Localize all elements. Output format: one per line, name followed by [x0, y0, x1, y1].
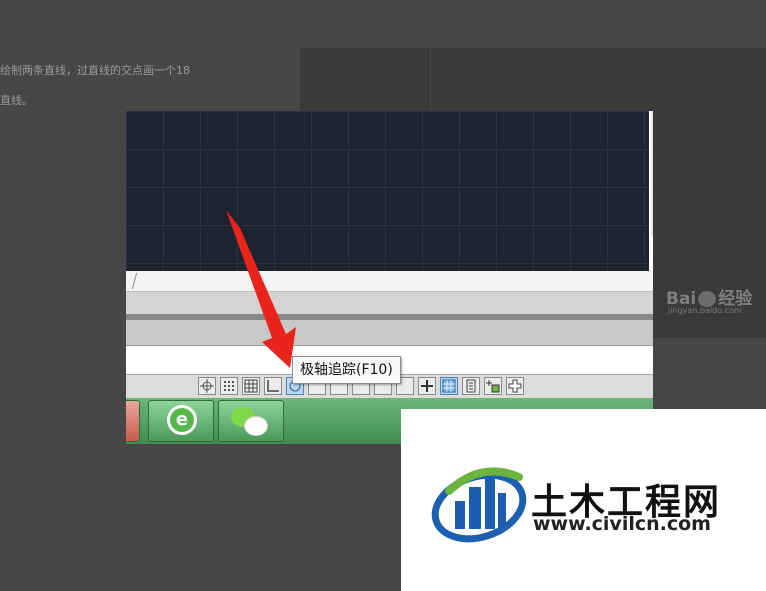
taskbar-button-ie[interactable]: e: [148, 400, 214, 442]
taskbar-button-partial[interactable]: [126, 400, 140, 442]
selection-cycling-icon[interactable]: [484, 377, 502, 395]
command-area: [126, 271, 653, 292]
baidu-domain: jingyan.baidu.com: [668, 306, 742, 315]
cad-drawing-canvas[interactable]: [126, 111, 653, 271]
snap-mode-icon[interactable]: [220, 377, 238, 395]
ortho-icon[interactable]: [264, 377, 282, 395]
cad-screenshot: e: [126, 111, 653, 444]
taskbar-button-wechat[interactable]: [218, 400, 284, 442]
command-band-light: [126, 292, 653, 314]
canvas-edge: [651, 111, 653, 236]
command-divider: [131, 273, 138, 289]
article-line-1: 绘制两条直线，过直线的交点画一个18: [0, 64, 190, 77]
snap-icon[interactable]: [198, 377, 216, 395]
site-watermark: 土木工程网 www.civilcn.com: [401, 409, 766, 591]
civilcn-logo-icon: [431, 467, 527, 543]
lineweight-icon[interactable]: [418, 377, 436, 395]
wechat-icon: [231, 407, 269, 437]
polar-tracking-tooltip: 极轴追踪(F10): [292, 356, 401, 384]
command-band-mid: [126, 320, 653, 345]
article-line-2: 直线。: [0, 94, 33, 107]
ie-browser-icon: e: [167, 405, 197, 435]
watermark-url: www.civilcn.com: [533, 513, 711, 535]
annotation-monitor-icon[interactable]: [506, 377, 524, 395]
baidu-paw-icon: [698, 291, 717, 307]
transparency-icon[interactable]: [440, 377, 458, 395]
grid-icon[interactable]: [242, 377, 260, 395]
quick-properties-icon[interactable]: [462, 377, 480, 395]
wechat-bubble-white: [244, 416, 268, 436]
